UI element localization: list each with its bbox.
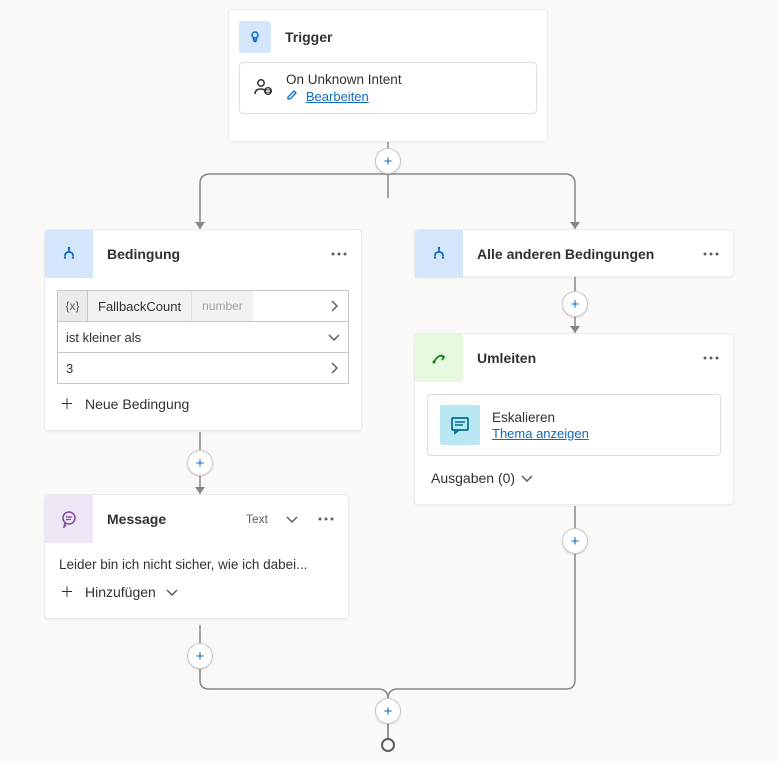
condition-card[interactable]: Bedingung {x} FallbackCount number ist k… [44,229,362,431]
add-variation-button[interactable]: ＋ Hinzufügen [59,572,334,610]
bulb-icon [239,21,271,53]
plus-icon: ＋ [59,394,75,414]
variable-icon: {x} [58,291,88,321]
add-step-button[interactable]: + [375,698,401,724]
plus-icon: ＋ [59,582,75,602]
chat-icon [45,495,93,543]
redirect-card[interactable]: Umleiten Eskalieren Thema anzeigen [414,333,734,505]
arrow [570,326,580,333]
pencil-icon [286,88,302,104]
condition-variable-name: FallbackCount [88,291,191,321]
chevron-right-icon[interactable] [320,291,348,321]
redirect-icon [415,334,463,382]
condition-title: Bedingung [107,246,311,262]
view-topic-link[interactable]: Thema anzeigen [492,426,589,441]
redirect-target-box[interactable]: Eskalieren Thema anzeigen [427,394,721,456]
topic-icon [440,405,480,445]
condition-value: 3 [58,353,320,383]
arrow [195,487,205,494]
message-body[interactable]: Leider bin ich nicht sicher, wie ich dab… [59,557,334,572]
else-card[interactable]: Alle anderen Bedingungen [414,229,734,277]
chevron-down-icon[interactable] [286,515,298,523]
add-step-button[interactable]: + [562,528,588,554]
add-step-button[interactable]: + [187,643,213,669]
message-subtype: Text [246,512,268,526]
message-card[interactable]: Message Text Leider bin ich nicht sicher… [44,494,349,619]
people-icon [252,76,274,101]
trigger-card[interactable]: Trigger On Unknown Intent Bearbeit [228,9,548,142]
branch-icon [45,230,93,278]
condition-variable-row[interactable]: {x} FallbackCount number [57,290,349,322]
condition-operator: ist kleiner als [58,322,320,352]
branch-icon [415,230,463,278]
chevron-down-icon[interactable] [320,322,348,352]
chevron-down-icon [521,474,533,482]
chevron-down-icon [166,588,178,596]
add-step-button[interactable]: + [562,291,588,317]
arrow [570,222,580,229]
edit-trigger-link[interactable]: Bearbeiten [286,88,402,104]
end-node [381,738,395,752]
trigger-event-box[interactable]: On Unknown Intent Bearbeiten [239,62,537,114]
else-title: Alle anderen Bedingungen [477,246,683,262]
add-step-button[interactable]: + [187,450,213,476]
trigger-title: Trigger [285,29,537,45]
trigger-event-name: On Unknown Intent [286,72,402,87]
outputs-toggle[interactable]: Ausgaben (0) [427,456,721,500]
more-options-button[interactable] [325,240,353,268]
more-options-button[interactable] [697,240,725,268]
condition-value-row[interactable]: 3 [57,352,349,384]
add-condition-button[interactable]: ＋ Neue Bedingung [57,384,349,424]
outputs-label: Ausgaben (0) [431,470,515,486]
more-options-button[interactable] [312,505,340,533]
add-variation-label: Hinzufügen [85,584,156,600]
redirect-title: Umleiten [477,350,683,366]
add-condition-label: Neue Bedingung [85,396,189,412]
condition-variable-type: number [191,291,253,321]
add-step-button[interactable]: + [375,148,401,174]
redirect-target-name: Eskalieren [492,410,589,425]
message-title: Message [107,511,232,527]
condition-operator-row[interactable]: ist kleiner als [57,321,349,353]
arrow [195,222,205,229]
more-options-button[interactable] [697,344,725,372]
chevron-right-icon[interactable] [320,353,348,383]
